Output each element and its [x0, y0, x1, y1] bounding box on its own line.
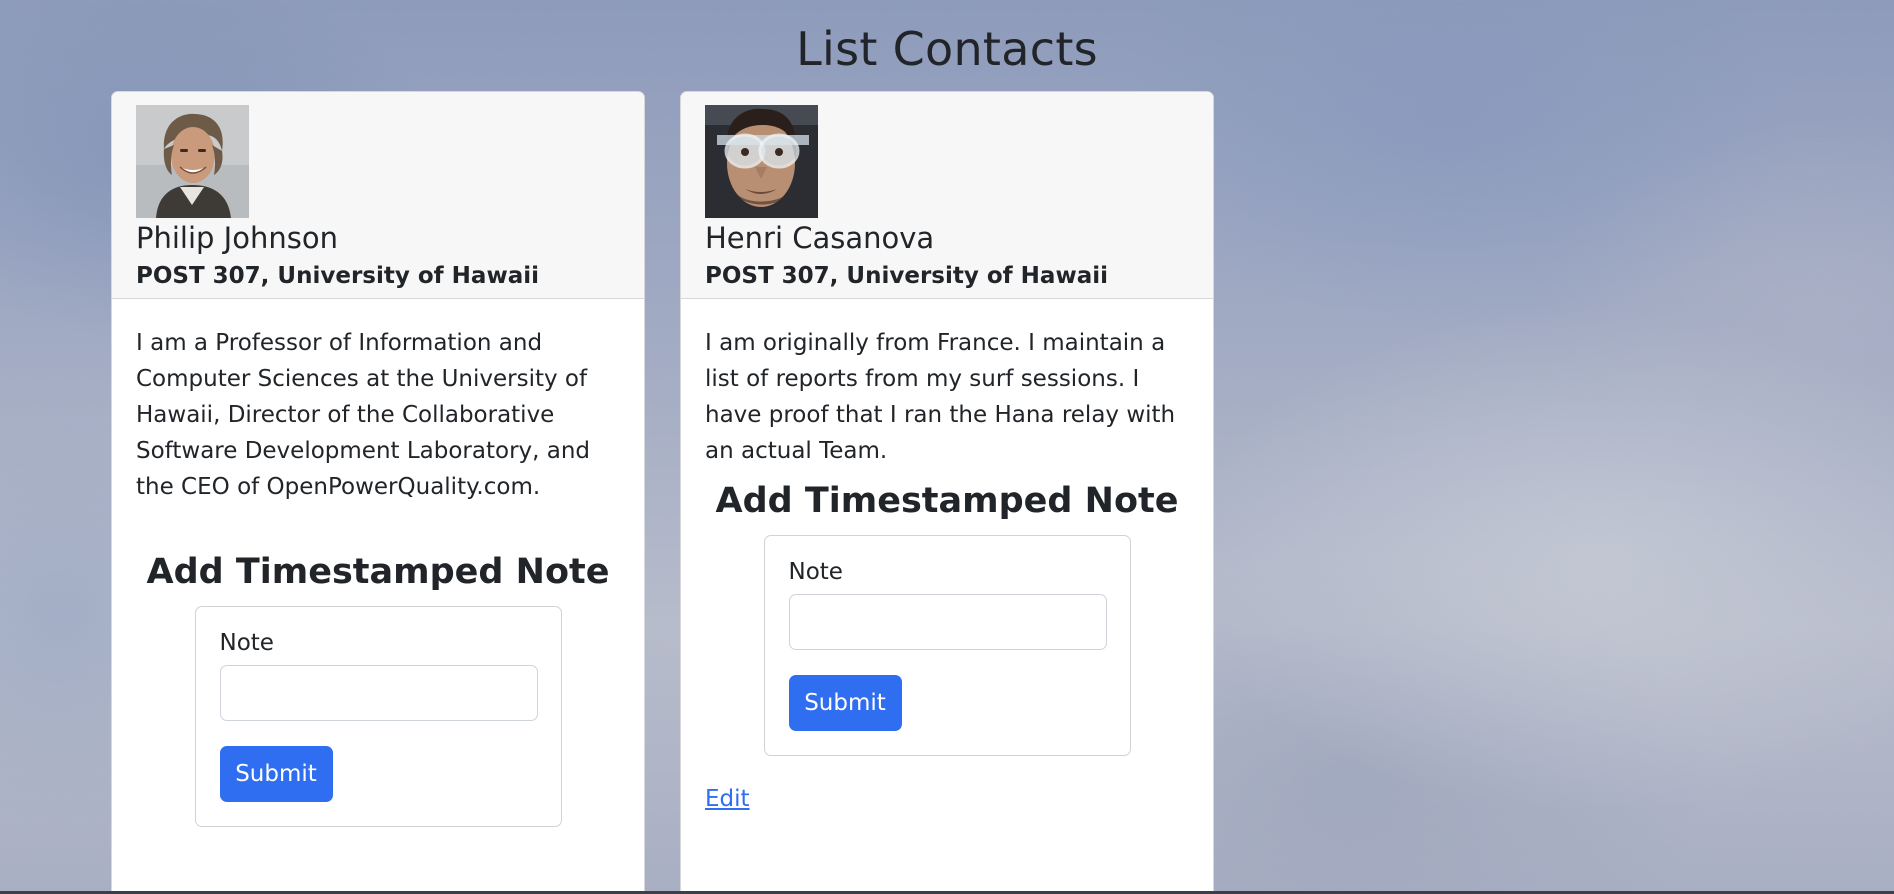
add-note-form: Note Submit [194, 606, 562, 827]
contact-card-header: Philip Johnson POST 307, University of H… [112, 92, 644, 299]
contact-card-philip-johnson: Philip Johnson POST 307, University of H… [111, 91, 645, 894]
contact-name: Henri Casanova [705, 221, 935, 255]
page-title: List Contacts [796, 22, 1098, 76]
contact-card-header: Henri Casanova POST 307, University of H… [681, 92, 1213, 299]
add-note-heading: Add Timestamped Note [146, 552, 610, 592]
contact-card-body: I am originally from France. I maintain … [681, 299, 1213, 812]
submit-button[interactable]: Submit [788, 675, 902, 731]
contact-name: Philip Johnson [136, 221, 338, 255]
note-input[interactable] [219, 665, 538, 721]
contact-bio: I am a Professor of Information and Comp… [136, 330, 591, 500]
edit-link[interactable]: Edit [705, 786, 750, 812]
avatar-henri-casanova [705, 105, 818, 218]
add-note-form: Note Submit [763, 535, 1131, 756]
contact-bio: I am originally from France. I maintain … [705, 330, 1176, 464]
note-input[interactable] [788, 594, 1107, 650]
contact-address: POST 307, University of Hawaii [136, 263, 539, 289]
contact-address: POST 307, University of Hawaii [705, 263, 1108, 289]
contact-card-henri-casanova: Henri Casanova POST 307, University of H… [680, 91, 1214, 894]
add-note-heading: Add Timestamped Note [715, 481, 1179, 521]
avatar-philip-johnson [136, 105, 249, 218]
submit-button[interactable]: Submit [219, 746, 333, 802]
note-label: Note [219, 630, 274, 656]
note-label: Note [788, 559, 843, 585]
contact-card-body: I am a Professor of Information and Comp… [112, 299, 644, 827]
